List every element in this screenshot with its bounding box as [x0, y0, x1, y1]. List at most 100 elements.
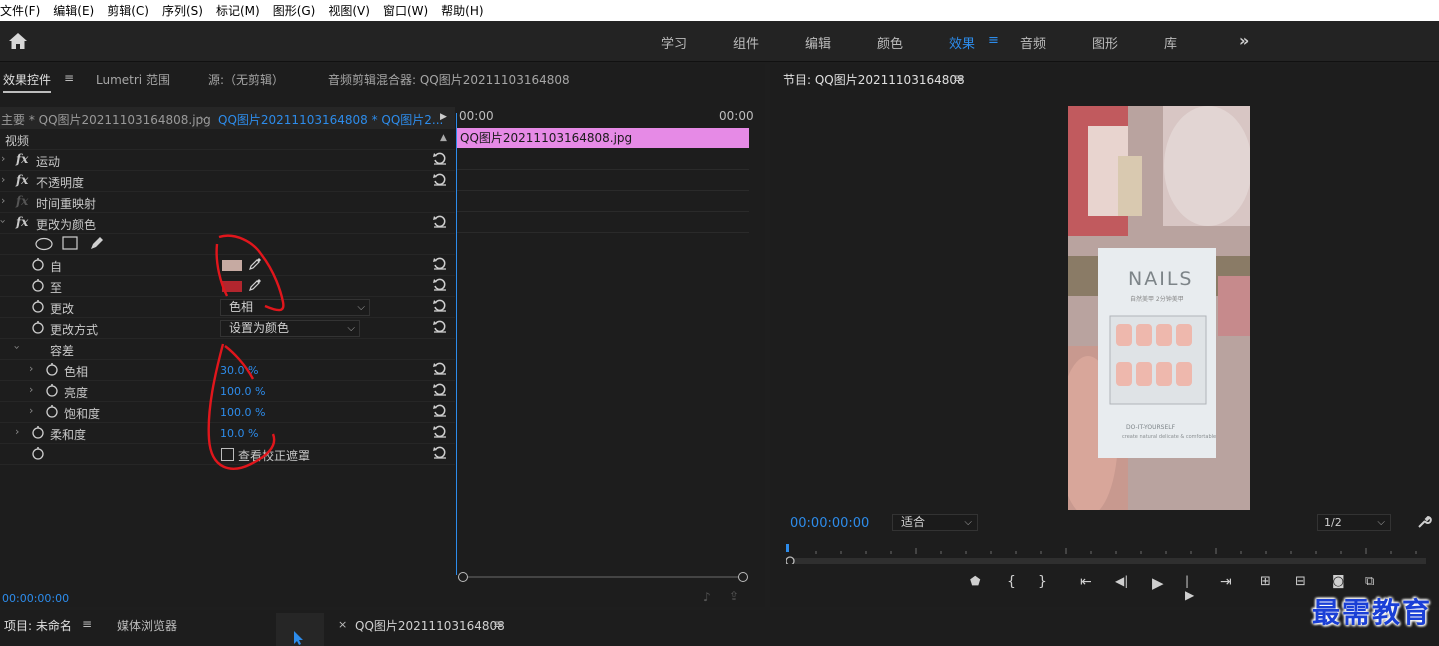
workspace-tab-graphics[interactable]: 图形 — [1092, 33, 1118, 52]
go-to-out-icon[interactable]: ⇥ — [1220, 574, 1232, 590]
effect-controls-menu-icon[interactable]: ≡ — [64, 71, 74, 85]
reset-icon[interactable] — [432, 214, 448, 230]
home-icon[interactable] — [8, 32, 28, 50]
chevron-right-icon[interactable]: › — [1, 194, 5, 207]
menu-file[interactable]: 文件(F) — [0, 2, 40, 19]
stopwatch-icon[interactable] — [31, 257, 45, 271]
stopwatch-icon[interactable] — [45, 383, 59, 397]
reset-icon[interactable] — [432, 172, 448, 188]
pen-mask-icon[interactable] — [89, 235, 105, 251]
playhead[interactable] — [456, 113, 457, 575]
chevron-right-icon[interactable]: › — [1, 173, 5, 186]
more-workspaces-icon[interactable]: » — [1239, 31, 1249, 50]
workspace-menu-icon[interactable]: ≡ — [988, 33, 999, 48]
chevron-down-icon[interactable]: › — [11, 345, 24, 349]
overwrite-icon[interactable]: ⊟ — [1295, 574, 1306, 589]
project-menu-icon[interactable]: ≡ — [82, 617, 92, 631]
workspace-tab-audio[interactable]: 音频 — [1020, 33, 1046, 52]
stopwatch-icon[interactable] — [31, 446, 45, 460]
sequence-clip-label[interactable]: QQ图片20211103164808 * QQ图片2... — [218, 111, 443, 128]
mark-in-icon[interactable]: { — [1007, 574, 1016, 590]
tab-source[interactable]: 源:（无剪辑） — [208, 71, 284, 88]
resolution-dropdown[interactable]: 1/2 ⌵ — [1317, 514, 1391, 531]
workspace-tab-color[interactable]: 颜色 — [877, 33, 903, 52]
chevron-right-icon[interactable]: › — [29, 404, 33, 417]
timeline-scrollbar[interactable] — [459, 576, 743, 578]
reset-icon[interactable] — [432, 277, 448, 293]
reset-icon[interactable] — [432, 361, 448, 377]
workspace-tab-assembly[interactable]: 组件 — [733, 33, 759, 52]
chevron-right-icon[interactable]: › — [29, 383, 33, 396]
chevron-down-icon[interactable]: › — [0, 219, 10, 223]
reset-icon[interactable] — [432, 403, 448, 419]
effect-row-opacity[interactable]: › fx 不透明度 — [0, 171, 455, 192]
close-icon[interactable]: × — [338, 618, 347, 631]
chevron-right-icon[interactable]: › — [15, 425, 19, 438]
reset-icon[interactable] — [432, 424, 448, 440]
insert-icon[interactable]: ⊞ — [1260, 574, 1271, 589]
menu-clip[interactable]: 剪辑(C) — [107, 2, 149, 19]
camera-icon[interactable]: ◙ — [1332, 574, 1345, 589]
tab-effect-controls[interactable]: 效果控件 — [3, 71, 52, 93]
menu-marker[interactable]: 标记(M) — [216, 2, 260, 19]
wrench-icon[interactable] — [1416, 514, 1432, 530]
workspace-tab-editing[interactable]: 编辑 — [805, 33, 831, 52]
selection-tool-icon[interactable] — [293, 630, 305, 646]
workspace-tab-learn[interactable]: 学习 — [661, 33, 687, 52]
comparison-view-icon[interactable]: ⧉ — [1365, 574, 1374, 589]
tab-lumetri-scopes[interactable]: Lumetri 范围 — [96, 71, 170, 88]
ellipse-mask-icon[interactable] — [35, 237, 53, 251]
timeline-clip[interactable]: QQ图片20211103164808.jpg — [457, 128, 749, 148]
effect-row-change-to-color[interactable]: › fx 更改为颜色 — [0, 213, 455, 234]
play-triangle-icon[interactable]: ▶ — [440, 112, 447, 122]
reset-icon[interactable] — [432, 382, 448, 398]
tab-project[interactable]: 项目: 未命名 — [4, 617, 72, 634]
fit-dropdown[interactable]: 适合 ⌵ — [892, 514, 978, 531]
add-marker-icon[interactable]: ⬟ — [970, 574, 980, 588]
mark-out-icon[interactable]: } — [1038, 574, 1047, 590]
menu-edit[interactable]: 编辑(E) — [53, 2, 94, 19]
collapse-up-icon[interactable]: ▲ — [440, 133, 447, 143]
scroll-handle-left[interactable] — [458, 572, 468, 582]
time-ruler[interactable] — [786, 544, 1426, 564]
scroll-handle-right[interactable] — [738, 572, 748, 582]
audio-output-icon[interactable]: ♪ — [703, 590, 711, 604]
tab-audio-clip-mixer[interactable]: 音频剪辑混合器: QQ图片20211103164808 — [328, 71, 570, 88]
workspace-tab-effects[interactable]: 效果 — [949, 33, 975, 52]
program-menu-icon[interactable]: ≡ — [953, 71, 963, 85]
stopwatch-icon[interactable] — [31, 320, 45, 334]
chevron-right-icon[interactable]: › — [29, 362, 33, 375]
step-forward-icon[interactable]: |▶ — [1185, 574, 1194, 602]
stopwatch-icon[interactable] — [31, 278, 45, 292]
menu-view[interactable]: 视图(V) — [328, 2, 370, 19]
fx-icon[interactable]: fx — [16, 215, 28, 229]
workspace-tab-libraries[interactable]: 库 — [1164, 33, 1177, 52]
master-clip-label[interactable]: 主要 * QQ图片20211103164808.jpg — [1, 111, 211, 128]
rectangle-mask-icon[interactable] — [62, 236, 78, 250]
reset-icon[interactable] — [432, 256, 448, 272]
go-to-in-icon[interactable]: ⇤ — [1080, 574, 1092, 590]
reset-icon[interactable] — [432, 298, 448, 314]
stopwatch-icon[interactable] — [45, 362, 59, 376]
tab-media-browser[interactable]: 媒体浏览器 — [117, 617, 177, 634]
menu-help[interactable]: 帮助(H) — [441, 2, 483, 19]
fx-icon[interactable]: fx — [16, 152, 28, 166]
step-back-icon[interactable]: ◀| — [1115, 574, 1128, 588]
stopwatch-icon[interactable] — [31, 299, 45, 313]
menu-sequence[interactable]: 序列(S) — [162, 2, 203, 19]
menu-window[interactable]: 窗口(W) — [383, 2, 428, 19]
effect-row-time-remap[interactable]: › fx 时间重映射 — [0, 192, 455, 213]
stopwatch-icon[interactable] — [45, 404, 59, 418]
menu-graphics[interactable]: 图形(G) — [273, 2, 316, 19]
program-title[interactable]: 节目: QQ图片20211103164808 — [783, 71, 965, 88]
play-icon[interactable]: ▶ — [1152, 574, 1164, 592]
tab-sequence[interactable]: QQ图片20211103164808 — [355, 617, 505, 634]
chevron-down-icon[interactable]: ⌵ — [200, 112, 208, 123]
sequence-menu-icon[interactable]: ≡ — [493, 617, 503, 631]
reset-icon[interactable] — [432, 319, 448, 335]
stopwatch-icon[interactable] — [31, 425, 45, 439]
reset-icon[interactable] — [432, 445, 448, 461]
effect-current-time[interactable]: 00:00:00:00 — [2, 592, 69, 605]
reset-icon[interactable] — [432, 151, 448, 167]
export-icon[interactable]: ⇪ — [729, 589, 739, 603]
